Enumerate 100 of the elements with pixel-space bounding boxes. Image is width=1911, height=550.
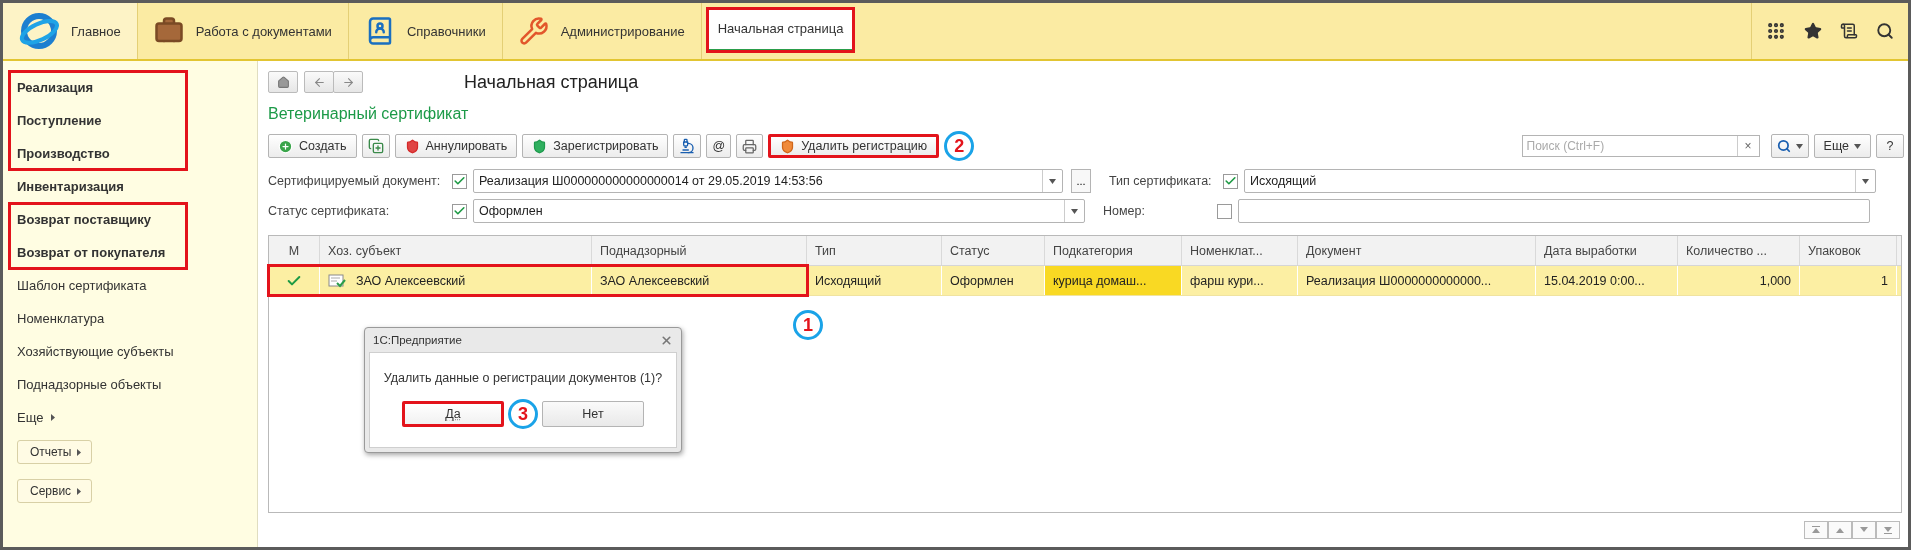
arrow-left-icon — [312, 75, 326, 89]
callout-badge: 1 — [793, 310, 823, 340]
search-field[interactable]: Поиск (Ctrl+F) × — [1521, 135, 1760, 157]
home-button[interactable] — [268, 71, 298, 93]
table-cell: курица домаш... — [1045, 266, 1182, 295]
callout-badge: 3 — [508, 399, 538, 429]
column-header[interactable]: Хоз. субъект — [320, 236, 592, 265]
search-button[interactable] — [1770, 134, 1809, 158]
column-header[interactable]: Тип — [807, 236, 942, 265]
sidebar-item[interactable]: Поступление — [9, 104, 187, 137]
select-field[interactable]: Оформлен — [473, 199, 1085, 223]
scroll-down-button[interactable] — [1852, 521, 1876, 539]
menu-button[interactable]: Сервис — [17, 479, 93, 503]
table-cell: 1,000 — [1678, 266, 1800, 295]
section-tab[interactable]: Главное — [3, 3, 138, 59]
toolbar-button[interactable]: Создать — [268, 134, 357, 158]
printer-icon — [742, 138, 758, 154]
close-icon[interactable] — [660, 333, 673, 347]
caret-icon — [1071, 208, 1078, 214]
column-header[interactable]: Количество ... — [1678, 236, 1800, 265]
document-check-icon — [328, 273, 346, 288]
back-button[interactable] — [304, 71, 334, 93]
sidebar-item[interactable]: Возврат от покупателя — [9, 236, 187, 269]
scroll-down-icon — [1883, 526, 1893, 534]
sidebar-item[interactable]: Инвентаризация — [9, 170, 251, 203]
sidebar-item[interactable]: Номенклатура — [9, 302, 251, 335]
toolbar-button[interactable]: Удалить регистрацию — [768, 134, 940, 158]
checkbox[interactable] — [452, 203, 467, 219]
search-icon[interactable] — [1876, 22, 1894, 40]
dialog-button[interactable]: Да — [402, 401, 504, 427]
column-header[interactable]: Номенклат... — [1182, 236, 1298, 265]
sidebar-item[interactable]: Шаблон сертификата — [9, 269, 251, 302]
copy-button[interactable] — [361, 134, 390, 158]
forward-button[interactable] — [333, 71, 363, 93]
scroll-up-button[interactable] — [1828, 521, 1852, 539]
table-cell: фарш кури... — [1182, 266, 1298, 295]
toolbar-button[interactable]: @ — [706, 134, 732, 158]
table-cell: Исходящий — [807, 266, 942, 295]
checkbox[interactable] — [1223, 173, 1238, 189]
scroll-up-icon — [1835, 526, 1845, 534]
scroll-down-icon — [1859, 526, 1869, 534]
clear-button[interactable]: × — [1736, 136, 1759, 156]
column-header[interactable]: Поднадзорный — [592, 236, 807, 265]
sidebar-item[interactable]: Хозяйствующие субъекты — [9, 335, 251, 368]
dialog-message: Удалить данные о регистрации документов (1)? — [383, 371, 663, 385]
print-button[interactable] — [736, 134, 764, 158]
scroll-top-button[interactable] — [1804, 521, 1828, 539]
caret-icon — [51, 414, 56, 421]
column-header[interactable]: Дата выработки — [1536, 236, 1678, 265]
input-field[interactable] — [1238, 199, 1870, 223]
page-title: Начальная страница — [464, 71, 639, 93]
search-icon — [1776, 139, 1791, 153]
copy-icon — [367, 138, 384, 154]
field-label: Статус сертификата: — [268, 204, 391, 218]
form-title: Ветеринарный сертификат — [268, 105, 470, 123]
table-row[interactable]: ЗАО Алексеевский ЗАО Алексеевский Исходящий Оформлен курица домаш... фарш кури... Реализация Ш0000000000000... 15.04.2019 0:00... 1,000 1 — [269, 266, 1901, 296]
scroll-bottom-button[interactable] — [1876, 521, 1900, 539]
page-tab[interactable]: Начальная страница — [705, 7, 856, 53]
field-label: Номер: — [1103, 204, 1146, 218]
callout-badge: 2 — [944, 131, 975, 161]
more-button[interactable]: Еще — [1813, 134, 1871, 158]
choice-button[interactable]: ... — [1071, 169, 1091, 193]
sidebar-item[interactable]: Реализация — [9, 71, 187, 104]
field-label: Сертифицируемый документ: — [268, 174, 442, 188]
sidebar-item[interactable]: Поднадзорные объекты — [9, 368, 251, 401]
section-tab[interactable]: Работа с документами — [137, 3, 349, 59]
column-header[interactable]: М — [269, 236, 320, 265]
shield-icon — [532, 138, 548, 154]
dialog-title: 1С:Предприятие — [373, 334, 462, 346]
column-header[interactable]: Статус — [942, 236, 1045, 265]
column-header[interactable]: Упаковок — [1800, 236, 1897, 265]
field-label: Тип сертификата: — [1109, 174, 1213, 188]
caret-icon — [1854, 143, 1861, 149]
sidebar-item[interactable]: Производство — [9, 137, 187, 170]
column-header[interactable]: Подкатегория — [1045, 236, 1182, 265]
section-tab[interactable]: Администрирование — [502, 3, 702, 59]
more-menu[interactable]: Еще — [9, 401, 251, 434]
checkbox[interactable] — [1217, 203, 1232, 219]
apps-grid-icon[interactable] — [1766, 21, 1786, 41]
select-field[interactable]: Реализация Ш000000000000000014 от 29.05.2019 14:53:56 — [473, 169, 1063, 193]
table-cell: Реализация Ш0000000000000... — [1298, 266, 1536, 295]
star-icon[interactable] — [1804, 22, 1822, 40]
table-cell: ЗАО Алексеевский — [592, 266, 807, 295]
dialog-button[interactable]: Нет — [542, 401, 644, 427]
column-header[interactable]: Документ — [1298, 236, 1536, 265]
shield-icon — [780, 138, 796, 154]
table-cell: 15.04.2019 0:00... — [1536, 266, 1678, 295]
help-button[interactable]: ? — [1876, 134, 1904, 158]
menu-button[interactable]: Отчеты — [17, 440, 93, 464]
caret-icon — [77, 487, 82, 495]
history-icon[interactable] — [1840, 22, 1858, 40]
plus-icon — [278, 138, 293, 154]
checkbox[interactable] — [452, 173, 467, 189]
select-field[interactable]: Исходящий — [1244, 169, 1876, 193]
toolbar-button[interactable]: Зарегистрировать — [522, 134, 669, 158]
shield-icon — [404, 138, 420, 154]
sidebar-item[interactable]: Возврат поставщику — [9, 203, 187, 236]
toolbar-button[interactable]: Аннулировать — [394, 134, 518, 158]
section-tab[interactable]: Справочники — [348, 3, 503, 59]
microscope-button[interactable] — [673, 134, 702, 158]
